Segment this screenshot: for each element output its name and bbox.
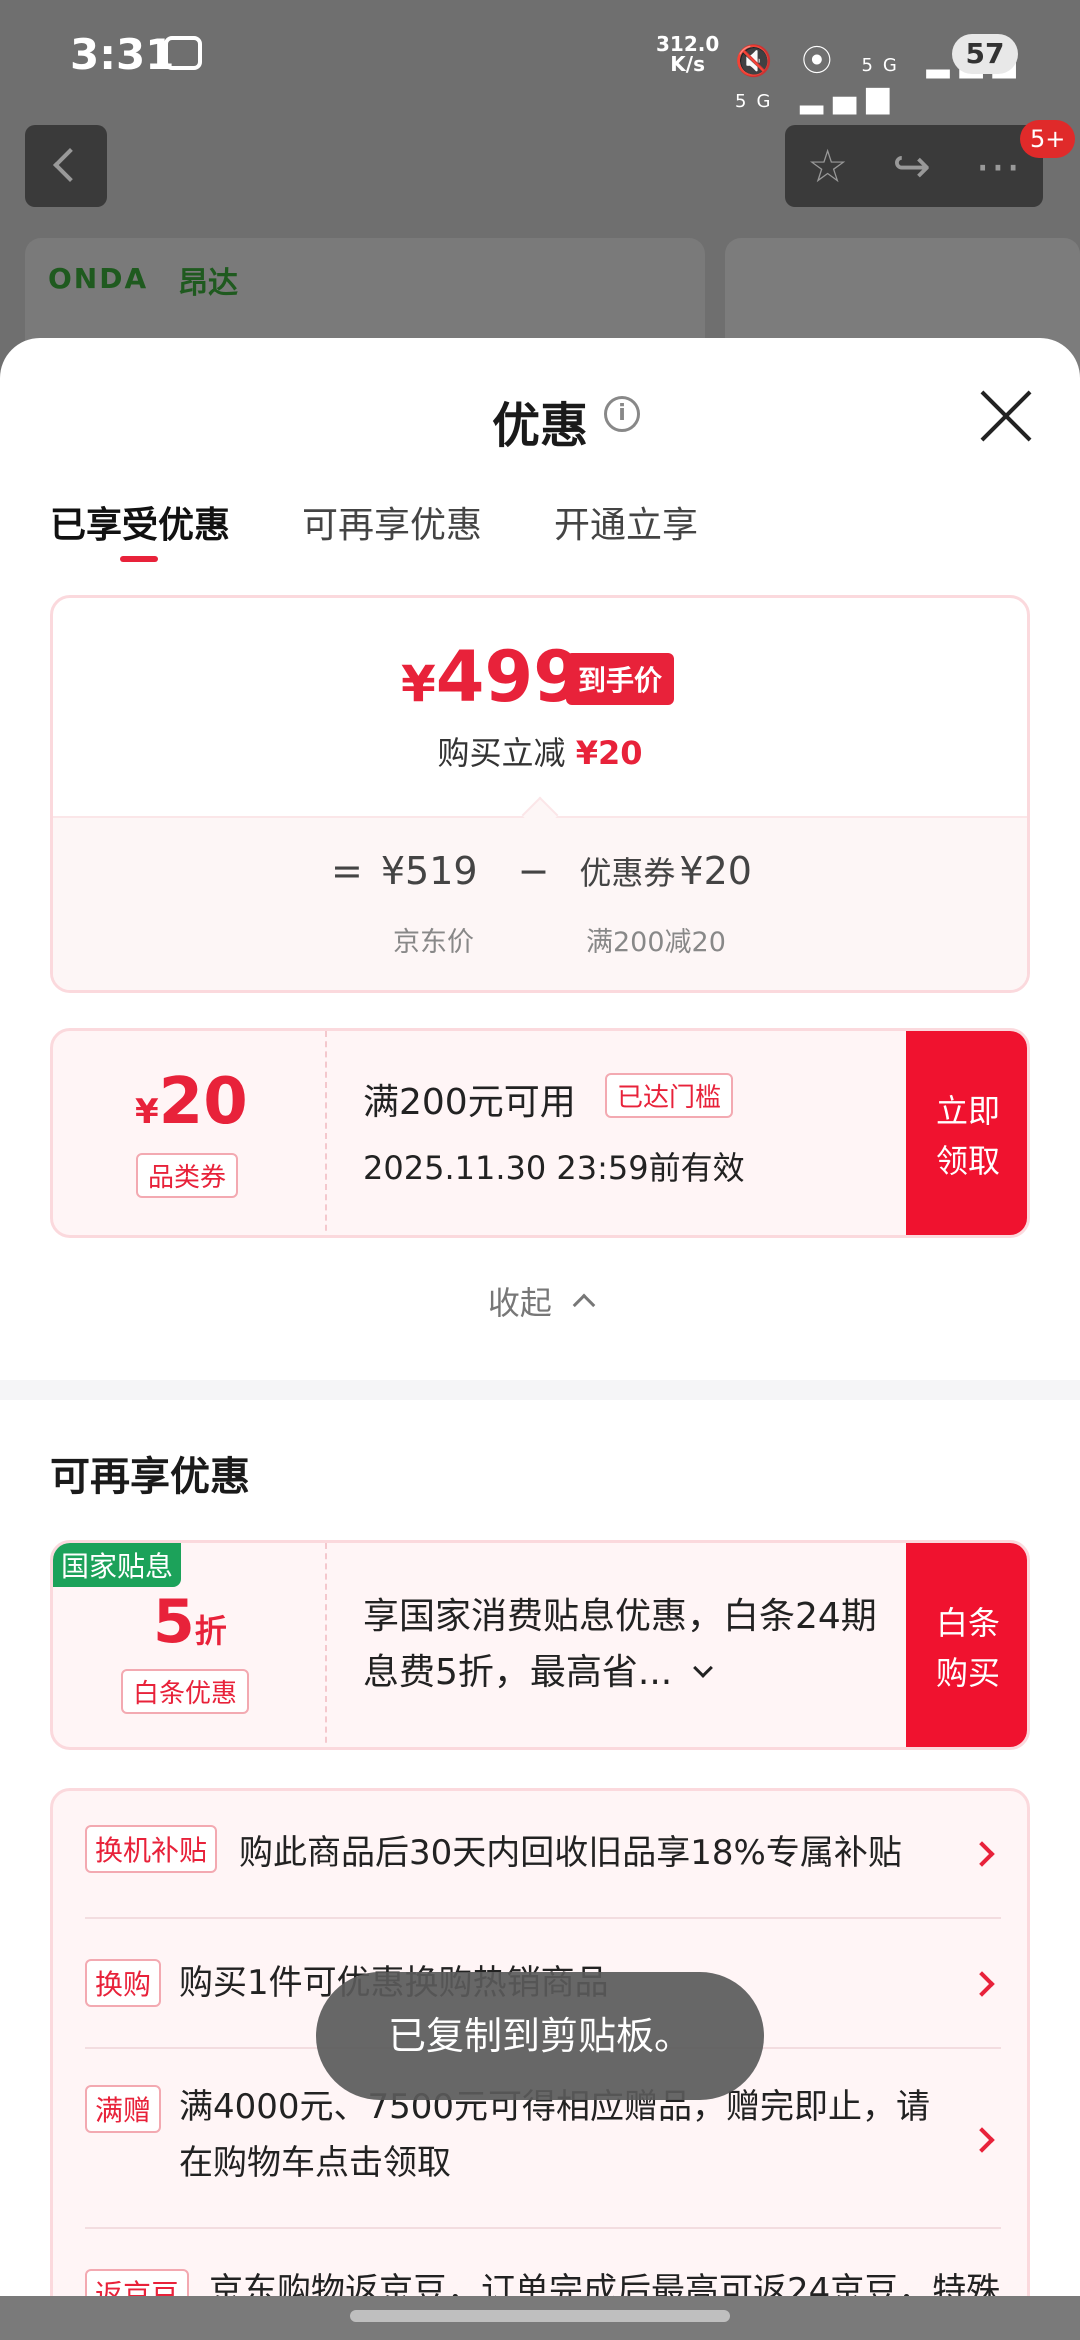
- more-discounts-title: 可再享优惠: [50, 1454, 250, 1500]
- battery-indicator: 57: [952, 34, 1018, 74]
- section-divider: [0, 1380, 1080, 1400]
- signal-icon-2: ▂▄▆: [799, 80, 900, 115]
- perk-label: 换购: [85, 1959, 162, 2007]
- coupon-condition-text: 满200元可用: [363, 1082, 576, 1123]
- category-coupon: ¥20 品类券 满200元可用 已达门槛 2025.11.30 23:59前有效…: [50, 1028, 1030, 1238]
- sheet-title: 优惠: [491, 398, 588, 454]
- claim-coupon-button[interactable]: 立即 领取: [906, 1031, 1027, 1235]
- price-summary-card: ¥499 到手价 购买立减 ¥20 = ¥519 − 优惠券 ¥20 京东价 满…: [50, 595, 1030, 993]
- mute-icon: 🔇: [735, 44, 783, 79]
- final-price-tag: 到手价: [566, 653, 675, 705]
- perk-label: 满赠: [85, 2085, 162, 2133]
- network-5g-label: 5G: [861, 55, 907, 76]
- chevron-right-icon: [969, 1841, 995, 1867]
- perk-item-trade-in[interactable]: 换机补贴 购此商品后30天内回收旧品享18%专属补贴: [85, 1791, 1001, 1919]
- interest-discount-card: 国家贴息 5折 白条优惠 享国家消费贴息优惠，白条24期息费5折，最高省... …: [50, 1540, 1030, 1750]
- screenshot-icon: [164, 36, 202, 70]
- baitiao-badge: 白条优惠: [121, 1669, 250, 1714]
- tab-activate[interactable]: 开通立享: [554, 496, 698, 548]
- baitiao-buy-button[interactable]: 白条 购买: [906, 1543, 1027, 1747]
- coupon-type-badge: 品类券: [136, 1153, 239, 1198]
- chevron-up-icon: [572, 1293, 596, 1317]
- chevron-down-icon: [692, 1658, 713, 1678]
- reduce-line: 购买立减 ¥20: [437, 734, 643, 772]
- interest-discount-value: 5折: [153, 1587, 227, 1657]
- threshold-reached-badge: 已达门槛: [605, 1073, 734, 1118]
- back-button[interactable]: [25, 125, 107, 207]
- jd-price: ¥519: [380, 849, 478, 893]
- perk-label: 换机补贴: [85, 1825, 218, 1873]
- info-icon[interactable]: i: [604, 396, 640, 432]
- header-actions: ☆ ↪ ⋯: [785, 125, 1043, 207]
- network-speed: 312.0 K/s: [656, 32, 720, 76]
- close-icon[interactable]: [978, 388, 1034, 444]
- tab-more-available[interactable]: 可再享优惠: [302, 496, 482, 548]
- status-time: 3:31: [70, 30, 175, 79]
- price-breakdown: [53, 816, 1027, 990]
- interest-description[interactable]: 享国家消费贴息优惠，白条24期息费5折，最高省...: [363, 1589, 883, 1701]
- coupon-value: ¥20: [135, 1065, 248, 1139]
- tab-indicator: [120, 556, 158, 562]
- coupon-validity: 2025.11.30 23:59前有效: [363, 1149, 745, 1187]
- collapse-toggle[interactable]: 收起: [0, 1278, 1080, 1324]
- chevron-right-icon: [969, 1971, 995, 1997]
- coupon-condition: 满200减20: [586, 927, 726, 958]
- more-icon[interactable]: ⋯: [975, 139, 1021, 193]
- home-indicator[interactable]: [350, 2310, 730, 2322]
- interest-divider: [325, 1543, 327, 1747]
- status-icons: 🔇 ⦿ 5G ▂▄▆ 5G ▂▄▆: [735, 36, 1080, 115]
- jd-price-label: 京东价: [393, 927, 474, 958]
- favorite-icon[interactable]: ☆: [807, 139, 848, 193]
- coupon-label: 优惠券: [579, 854, 676, 892]
- national-subsidy-tag: 国家贴息: [53, 1543, 182, 1587]
- final-price: ¥499: [401, 636, 582, 718]
- copied-toast: 已复制到剪贴板。: [316, 1972, 764, 2100]
- coupon-amount: ¥20: [679, 849, 752, 893]
- brand-logo-cn: 昂达: [178, 266, 238, 301]
- tab-enjoyed[interactable]: 已享受优惠: [50, 496, 230, 548]
- perk-text: 购此商品后30天内回收旧品享18%专属补贴: [239, 1833, 902, 1873]
- brand-logo: ONDA: [48, 262, 149, 295]
- price-equation: = ¥519 − 优惠券 ¥20: [331, 849, 752, 893]
- network-5g-label-2: 5G: [735, 91, 781, 112]
- coupon-divider: [325, 1031, 327, 1235]
- discount-tabs: 已享受优惠 可再享优惠 开通立享: [50, 496, 770, 548]
- chevron-right-icon: [969, 2127, 995, 2153]
- location-icon: ⦿: [801, 44, 842, 79]
- message-badge: 5+: [1020, 120, 1076, 158]
- status-bar: 3:31 312.0 K/s 🔇 ⦿ 5G ▂▄▆ 5G ▂▄▆ 57: [0, 0, 1080, 115]
- share-icon[interactable]: ↪: [892, 139, 931, 193]
